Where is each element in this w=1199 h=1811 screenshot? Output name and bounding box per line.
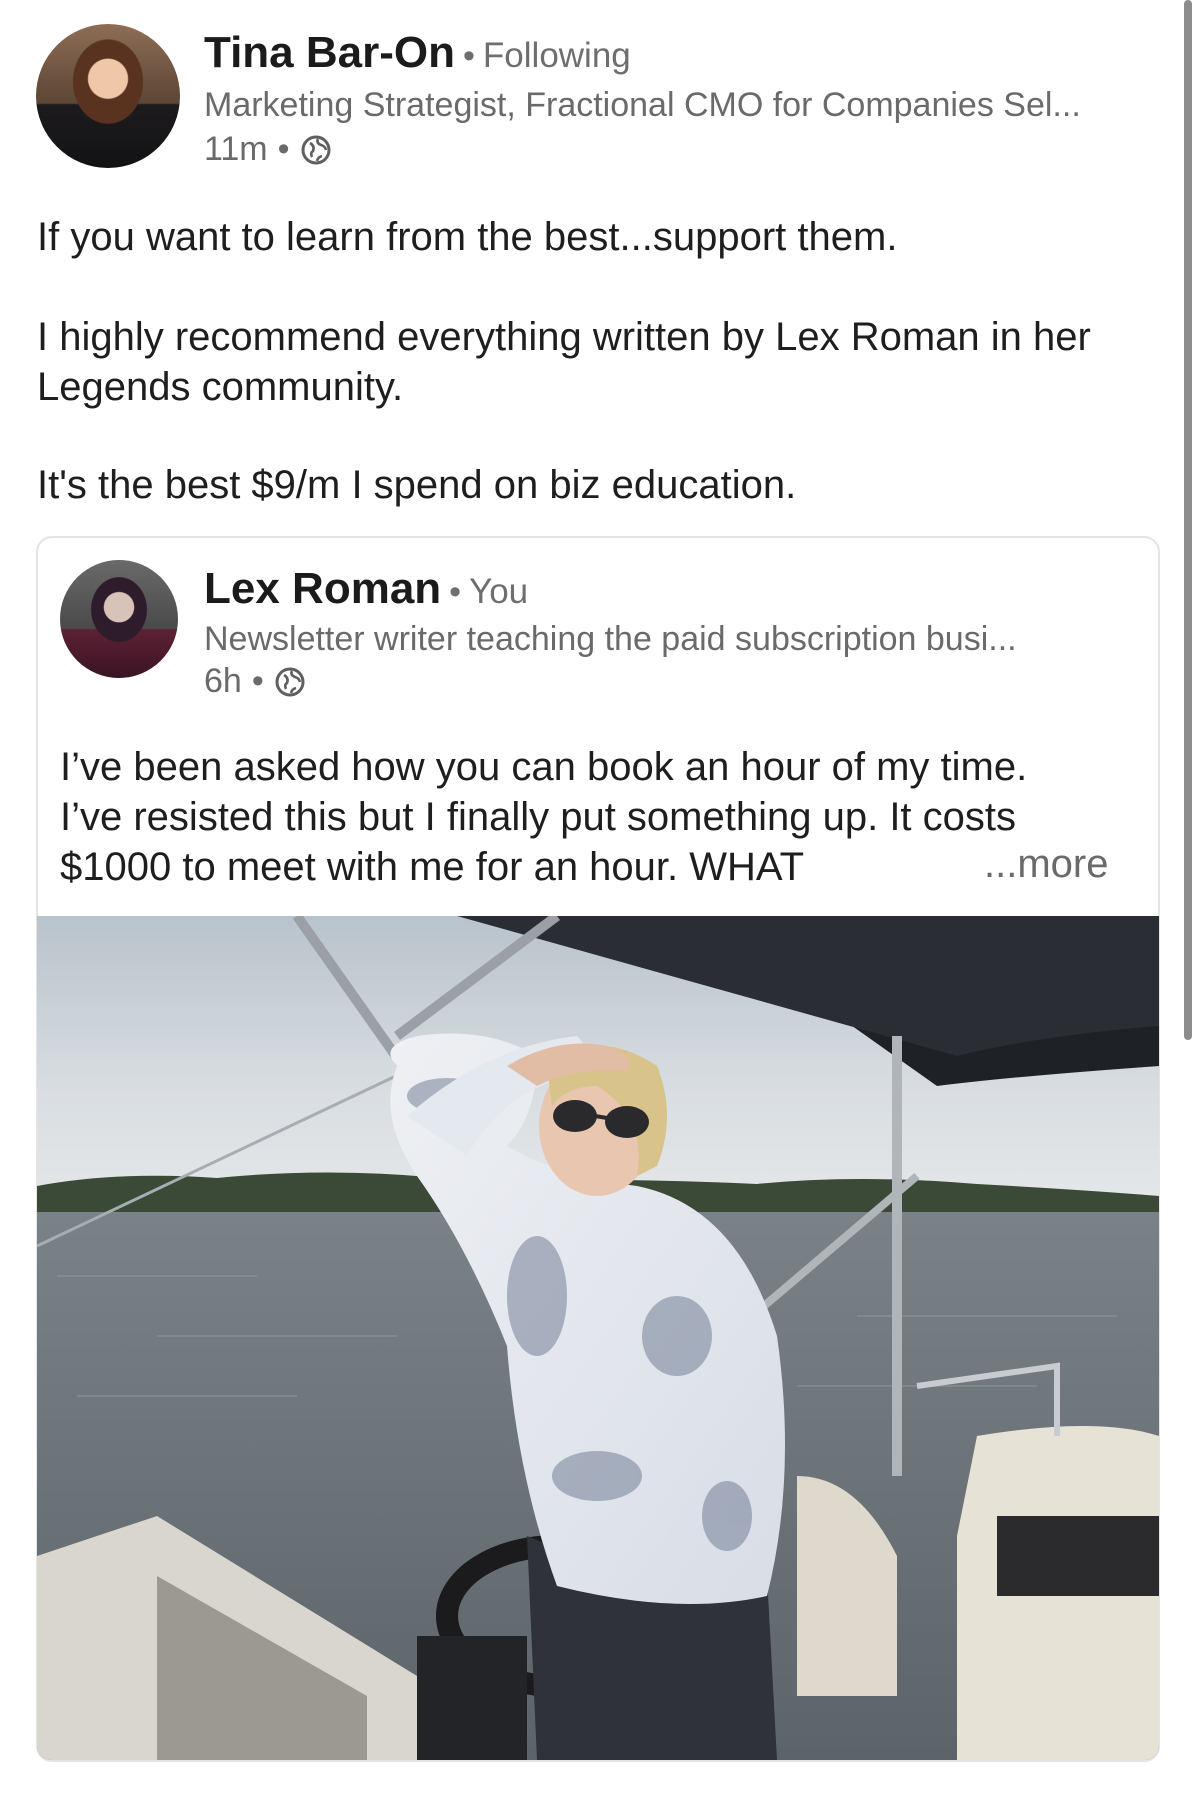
post-body-paragraph: It's the best $9/m I spend on biz educat… — [37, 463, 797, 507]
post-time: 11m — [204, 130, 268, 168]
boat-photo — [37, 916, 1159, 1760]
shared-author-name[interactable]: Lex Roman — [204, 564, 441, 613]
author-name[interactable]: Tina Bar-On — [204, 28, 455, 77]
post-meta: 11m • — [204, 130, 332, 169]
scrollbar[interactable] — [1184, 0, 1192, 1040]
shared-post-photo[interactable] — [37, 916, 1159, 1760]
author-line: Tina Bar-On • Following — [204, 28, 631, 78]
globe-icon — [275, 667, 305, 696]
you-label: You — [469, 572, 529, 611]
shared-author-headline: Newsletter writer teaching the paid subs… — [204, 620, 1017, 658]
globe-icon — [301, 135, 331, 164]
linkedin-feed-post: Tina Bar-On • Following Marketing Strategi… — [0, 0, 1199, 1811]
separator-dot: • — [251, 662, 264, 700]
shared-body-line: I’ve resisted this but I finally put som… — [60, 795, 1017, 839]
shared-author-avatar[interactable] — [60, 560, 178, 678]
following-status: Following — [482, 36, 631, 75]
shared-post-body: I’ve been asked how you can book an hour… — [60, 742, 1120, 892]
shared-body-line: $1000 to meet with me for an hour. WHAT — [60, 845, 805, 889]
see-more-link[interactable]: ...more — [984, 842, 1108, 887]
separator-dot: • — [449, 573, 462, 611]
author-avatar[interactable] — [36, 24, 180, 168]
post-body-paragraph: If you want to learn from the best...sup… — [37, 215, 898, 259]
shared-author-line: Lex Roman • You — [204, 564, 528, 614]
shared-body-line: I’ve been asked how you can book an hour… — [60, 745, 1028, 789]
shared-post-meta: 6h • — [204, 662, 306, 701]
shared-post-time: 6h — [204, 662, 242, 700]
post-body-paragraph: I highly recommend everything written by… — [37, 315, 1091, 409]
author-headline: Marketing Strategist, Fractional CMO for… — [204, 86, 1081, 124]
separator-dot: • — [277, 130, 290, 168]
separator-dot: • — [463, 37, 475, 75]
